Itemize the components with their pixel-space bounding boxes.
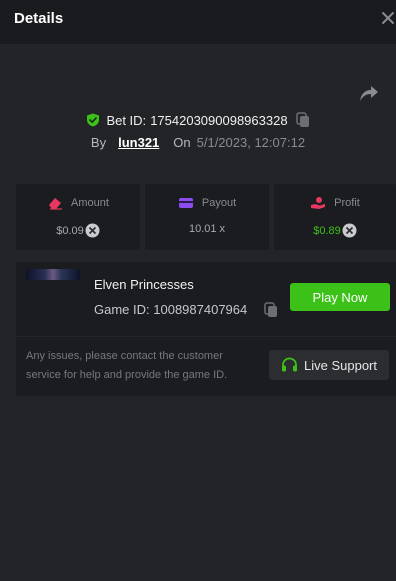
profit-label: Profit (334, 197, 360, 209)
on-label: On (173, 134, 191, 150)
amount-card: Amount $0.09 (16, 184, 140, 250)
eraser-icon (49, 198, 63, 210)
payout-label: Payout (201, 197, 237, 209)
game-name: Elven Princesses (94, 277, 194, 292)
live-support-button[interactable]: Live Support (269, 350, 389, 380)
bet-id-line: Bet ID: 1754203090098963328 (0, 110, 396, 130)
bet-id-label: Bet ID: (106, 112, 147, 128)
profit-card: Profit $0.89 (274, 184, 396, 250)
share-icon[interactable] (358, 83, 380, 103)
profit-value: $0.89 (313, 224, 341, 237)
shield-check-icon (87, 113, 100, 127)
amount-label: Amount (71, 197, 109, 209)
game-id-value: 1008987407964 (153, 302, 248, 317)
divider (16, 336, 396, 337)
close-icon[interactable] (380, 9, 396, 27)
game-id-label: Game ID: (94, 302, 150, 317)
game-panel: Elven Princesses Game ID: 1008987407964 … (16, 262, 396, 396)
game-id-line: Game ID: 1008987407964 (94, 302, 247, 317)
bet-byline: By lun321 On 5/1/2023, 12:07:12 (0, 133, 396, 151)
bet-id-value: 1754203090098963328 (150, 112, 288, 128)
payout-value: 10.01 x (188, 223, 226, 235)
username-link[interactable]: lun321 (118, 135, 159, 150)
by-label: By (90, 134, 107, 150)
bet-timestamp: 5/1/2023, 12:07:12 (196, 134, 306, 150)
live-support-label: Live Support (304, 357, 377, 373)
payout-card: Payout 10.01 x (145, 184, 269, 250)
copy-icon[interactable] (264, 302, 278, 318)
play-now-button[interactable]: Play Now (290, 283, 390, 311)
support-message: Any issues, please contact the customer … (26, 350, 228, 381)
card-icon (178, 198, 193, 208)
page-title: Details (14, 10, 64, 27)
hand-coin-icon (311, 197, 326, 209)
copy-icon[interactable] (295, 112, 310, 128)
currency-x-icon (342, 223, 357, 238)
header-bar: Details (0, 0, 396, 44)
game-thumbnail[interactable] (26, 269, 80, 280)
currency-x-icon (85, 223, 100, 238)
headset-icon (282, 357, 297, 372)
amount-value: $0.09 (56, 224, 84, 237)
